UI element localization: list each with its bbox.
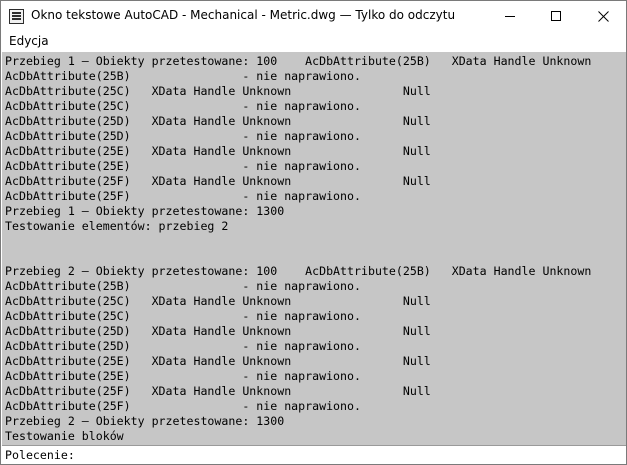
- log-line: AcDbAttribute(25F) XData Handle Unknown …: [5, 384, 431, 398]
- autocad-text-window: Okno tekstowe AutoCAD - Mechanical - Met…: [0, 0, 627, 465]
- log-line: AcDbAttribute(25C) XData Handle Unknown …: [5, 84, 431, 98]
- minimize-button[interactable]: [487, 1, 533, 31]
- log-line: AcDbAttribute(25F) - nie naprawiono.: [5, 189, 361, 203]
- log-line: Przebieg 1 — Obiekty przetestowane: 1300: [5, 204, 285, 218]
- title-bar[interactable]: Okno tekstowe AutoCAD - Mechanical - Met…: [1, 1, 626, 31]
- log-line: AcDbAttribute(25E) - nie naprawiono.: [5, 159, 361, 173]
- maximize-icon: [551, 11, 561, 21]
- log-line: AcDbAttribute(25D) XData Handle Unknown …: [5, 324, 431, 338]
- log-line: Testowanie elementów: przebieg 2: [5, 219, 229, 233]
- close-icon: [597, 10, 609, 22]
- log-line: AcDbAttribute(25E) XData Handle Unknown …: [5, 144, 431, 158]
- log-line: Przebieg 2 — Obiekty przetestowane: 1300: [5, 414, 285, 428]
- log-line: AcDbAttribute(25D) - nie naprawiono.: [5, 129, 361, 143]
- window-title: Okno tekstowe AutoCAD - Mechanical - Met…: [31, 8, 456, 22]
- command-input[interactable]: [82, 447, 617, 463]
- menu-item-edycja[interactable]: Edycja: [9, 34, 49, 48]
- command-history-log[interactable]: Przebieg 1 — Obiekty przetestowane: 100 …: [2, 52, 626, 445]
- log-line: AcDbAttribute(25E) XData Handle Unknown …: [5, 354, 431, 368]
- log-line: Przebieg 1 — Obiekty przetestowane: 100 …: [5, 54, 592, 68]
- log-line: AcDbAttribute(25E) - nie naprawiono.: [5, 369, 361, 383]
- log-line: AcDbAttribute(25F) - nie naprawiono.: [5, 399, 361, 413]
- log-line: AcDbAttribute(25B) - nie naprawiono.: [5, 69, 361, 83]
- log-line: AcDbAttribute(25C) - nie naprawiono.: [5, 99, 361, 113]
- log-line: AcDbAttribute(25D) - nie naprawiono.: [5, 339, 361, 353]
- log-line: AcDbAttribute(25C) - nie naprawiono.: [5, 309, 361, 323]
- maximize-button[interactable]: [533, 1, 579, 31]
- log-line: Testowanie bloków: [5, 429, 124, 443]
- text-window-icon: [9, 9, 24, 24]
- log-line: AcDbAttribute(25F) XData Handle Unknown …: [5, 174, 431, 188]
- close-button[interactable]: [580, 1, 626, 31]
- log-line: AcDbAttribute(25B) - nie naprawiono.: [5, 279, 361, 293]
- minimize-icon: [505, 15, 515, 17]
- log-line: AcDbAttribute(25C) XData Handle Unknown …: [5, 294, 431, 308]
- menu-bar: Edycja: [1, 31, 626, 51]
- command-prompt: Polecenie:: [5, 448, 75, 462]
- command-line: Polecenie:: [2, 445, 626, 464]
- log-line: Przebieg 2 — Obiekty przetestowane: 100 …: [5, 264, 592, 278]
- log-line: AcDbAttribute(25D) XData Handle Unknown …: [5, 114, 431, 128]
